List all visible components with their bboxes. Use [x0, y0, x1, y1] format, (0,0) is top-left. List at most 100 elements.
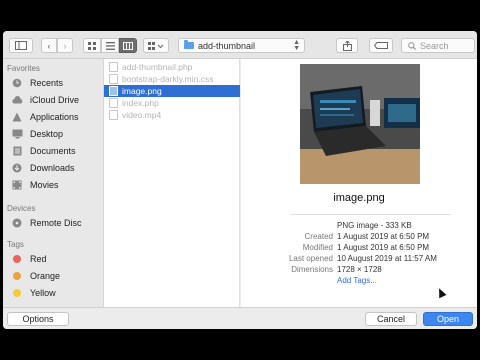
- add-tags-row: Add Tags...: [241, 276, 477, 285]
- sidebar-toggle-button[interactable]: [9, 38, 33, 53]
- tags-button[interactable]: [369, 38, 393, 53]
- file-list: add-thumbnail.php bootstrap-darkly.min.c…: [104, 59, 240, 307]
- sidebar-item-label: Recents: [30, 78, 64, 88]
- disc-icon: [11, 218, 23, 228]
- grid-dropdown-icon: [148, 41, 164, 50]
- sidebar-item-label: Documents: [30, 146, 76, 156]
- path-label: add-thumbnail: [198, 40, 256, 51]
- file-name: index.php: [122, 98, 159, 108]
- sidebar-item-remote-disc[interactable]: Remote Disc: [11, 216, 103, 230]
- sidebar-item-recents[interactable]: Recents: [11, 76, 103, 90]
- documents-icon: [11, 146, 23, 156]
- sidebar-item-label: Downloads: [30, 163, 75, 173]
- laptop-photo-icon: [300, 64, 420, 184]
- path-dropdown[interactable]: add-thumbnail ▲ ▼: [178, 38, 305, 53]
- sidebar-item-icloud-drive[interactable]: iCloud Drive: [11, 93, 103, 107]
- list-item[interactable]: video.mp4: [104, 109, 240, 121]
- sidebar-item-label: Orange: [30, 271, 61, 281]
- file-name: video.mp4: [122, 110, 162, 120]
- image-thumbnail: [300, 64, 420, 184]
- sidebar-item-label: Applications: [30, 112, 79, 122]
- chevron-right-icon: ›: [63, 40, 67, 51]
- applications-icon: [11, 112, 23, 122]
- info-key: Modified: [302, 243, 333, 252]
- file-icon: [109, 74, 118, 84]
- sidebar-item-movies[interactable]: Movies: [11, 178, 103, 192]
- file-icon: [109, 110, 118, 120]
- movies-icon: [11, 180, 23, 190]
- sidebar-item-applications[interactable]: Applications: [11, 110, 103, 124]
- divider: [291, 214, 451, 215]
- red-tag-dot-icon: [13, 255, 21, 263]
- info-row-modified: Modified 1 August 2019 at 6:50 PM: [241, 243, 477, 252]
- file-kind-value: PNG image - 333 KB: [337, 221, 412, 230]
- file-name: add-thumbnail.php: [122, 62, 193, 72]
- info-key: Dimensions: [291, 265, 333, 274]
- folder-icon: [184, 40, 194, 49]
- open-button[interactable]: Open: [423, 312, 473, 326]
- tags-heading: Tags: [7, 240, 24, 249]
- search-field[interactable]: Search: [401, 38, 475, 53]
- options-button[interactable]: Options: [7, 312, 69, 326]
- updown-chevron-icon: ▲ ▼: [293, 38, 300, 52]
- group-by-button[interactable]: [143, 38, 169, 53]
- info-value: 1 August 2019 at 6:50 PM: [337, 232, 430, 241]
- list-icon: [105, 41, 115, 50]
- share-icon: [342, 40, 352, 51]
- column-view-button[interactable]: [119, 38, 137, 53]
- sidebar-icon: [15, 41, 27, 50]
- sidebar-item-label: Movies: [30, 180, 59, 190]
- sidebar-item-label: Red: [30, 254, 47, 264]
- sidebar: Favorites Recents iCloud Drive Applicati…: [3, 59, 104, 307]
- tag-icon: [374, 42, 388, 49]
- grid-icon: [88, 41, 96, 50]
- sidebar-item-documents[interactable]: Documents: [11, 144, 103, 158]
- info-value: 1728 × 1728: [337, 265, 382, 274]
- open-file-dialog: ‹ › add-thumbnail ▲ ▼ Search Favorites R…: [3, 31, 477, 329]
- favorites-heading: Favorites: [7, 64, 40, 73]
- share-button[interactable]: [336, 38, 358, 53]
- downloads-icon: [11, 163, 23, 173]
- dialog-footer: Options Cancel Open: [3, 307, 477, 329]
- sidebar-tag-yellow[interactable]: Yellow: [11, 286, 103, 300]
- image-file-icon: [109, 86, 118, 96]
- info-key: Created: [304, 232, 333, 241]
- chevron-left-icon: ‹: [47, 40, 51, 51]
- list-view-button[interactable]: [101, 38, 119, 53]
- add-tags-link[interactable]: Add Tags...: [337, 276, 377, 285]
- file-icon: [109, 98, 118, 108]
- sidebar-item-desktop[interactable]: Desktop: [11, 127, 103, 141]
- columns-icon: [123, 41, 133, 50]
- orange-tag-dot-icon: [13, 272, 21, 280]
- sidebar-item-label: iCloud Drive: [30, 95, 80, 105]
- list-item[interactable]: index.php: [104, 97, 240, 109]
- icon-view-button[interactable]: [83, 38, 101, 53]
- search-placeholder: Search: [420, 40, 449, 51]
- sidebar-tag-red[interactable]: Red: [11, 252, 103, 266]
- search-icon: [408, 41, 416, 50]
- sidebar-tag-orange[interactable]: Orange: [11, 269, 103, 283]
- desktop-icon: [11, 129, 23, 139]
- info-row-created: Created 1 August 2019 at 6:50 PM: [241, 232, 477, 241]
- info-key: Last opened: [288, 254, 333, 263]
- sidebar-item-downloads[interactable]: Downloads: [11, 161, 103, 175]
- back-button[interactable]: ‹: [41, 38, 57, 53]
- file-name: bootstrap-darkly.min.css: [122, 74, 214, 84]
- file-icon: [109, 62, 118, 72]
- list-item[interactable]: add-thumbnail.php: [104, 61, 240, 73]
- forward-button[interactable]: ›: [57, 38, 73, 53]
- list-item-selected[interactable]: image.png: [104, 85, 240, 97]
- sidebar-item-label: Desktop: [30, 129, 64, 139]
- info-row-last-opened: Last opened 10 August 2019 at 11:57 AM: [241, 254, 477, 263]
- cloud-icon: [11, 95, 23, 105]
- cancel-button[interactable]: Cancel: [365, 312, 417, 326]
- info-row-dimensions: Dimensions 1728 × 1728: [241, 265, 477, 274]
- clock-icon: [11, 78, 23, 88]
- preview-filename: image.png: [333, 192, 385, 204]
- list-item[interactable]: bootstrap-darkly.min.css: [104, 73, 240, 85]
- sidebar-item-label: Yellow: [30, 288, 56, 298]
- yellow-tag-dot-icon: [13, 289, 21, 297]
- sidebar-item-label: Remote Disc: [30, 218, 82, 228]
- toolbar: ‹ › add-thumbnail ▲ ▼ Search: [3, 31, 477, 59]
- info-value: 1 August 2019 at 6:50 PM: [337, 243, 430, 252]
